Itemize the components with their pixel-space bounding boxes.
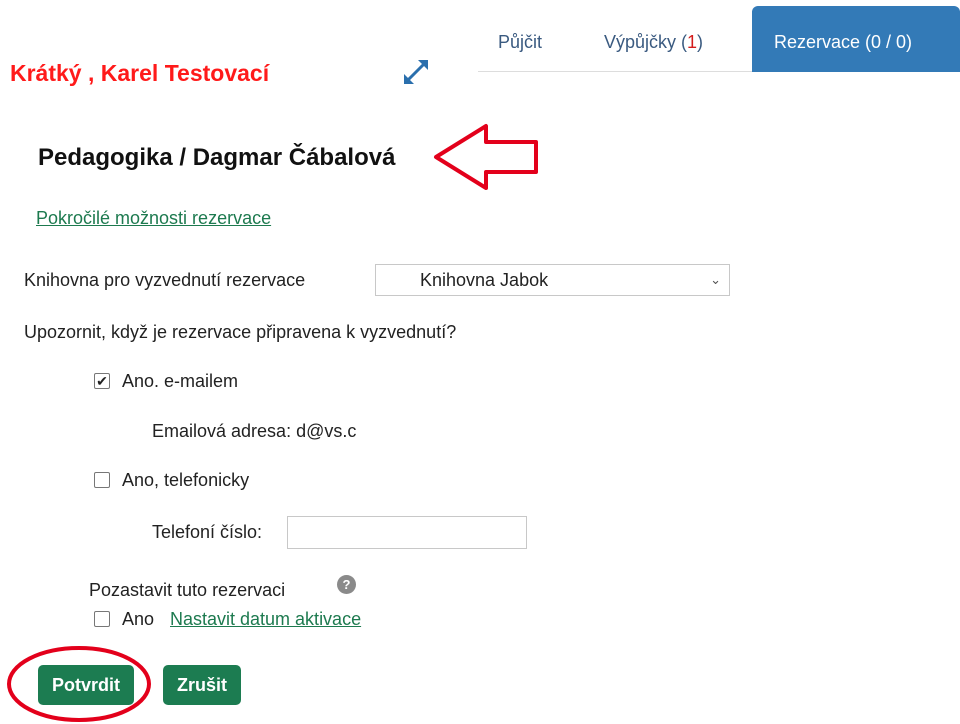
pickup-library-value: Knihovna Jabok [420,270,549,290]
tab-vypujcky-label: Výpůjčky ( [604,32,688,52]
phone-number-input[interactable] [287,516,527,549]
tab-vypujcky-count: 1 [687,32,698,52]
circulation-tabs: Půjčit Výpůjčky (1) Rezervace (0 / 0) [478,6,960,72]
expand-icon[interactable] [400,56,432,88]
annotation-ellipse [7,646,151,722]
phone-notify-checkbox[interactable] [94,472,110,488]
tab-vypujcky[interactable]: Výpůjčky (1) [604,6,703,72]
phone-number-label: Telefoní číslo: [152,522,263,542]
cancel-button[interactable]: Zrušit [163,665,241,705]
advanced-reservation-link[interactable]: Pokročilé možnosti rezervace [36,208,271,229]
email-address-text: Emailová adresa: d@vs.c [152,421,357,441]
notify-question: Upozornit, když je rezervace připravena … [24,322,457,342]
phone-notify-label: Ano, telefonicky [122,470,250,490]
tab-pujcit[interactable]: Půjčit [498,6,542,72]
suspend-reservation-label: Pozastavit tuto rezervaci [89,580,286,600]
suspend-checkbox[interactable] [94,611,110,627]
set-activation-date-link[interactable]: Nastavit datum aktivace [170,609,361,630]
chevron-down-icon: ⌄ [710,272,721,287]
help-icon[interactable]: ? [337,575,356,594]
patron-name: Krátký , Karel Testovací [10,60,270,86]
suspend-checkbox-label: Ano [122,609,155,629]
annotation-arrow [434,124,538,190]
tab-rezervace[interactable]: Rezervace (0 / 0) [752,6,960,72]
email-notify-label: Ano. e-mailem [122,371,239,391]
item-title: Pedagogika / Dagmar Čábalová [38,144,396,171]
email-notify-checkbox[interactable]: ✔ [94,373,110,389]
tab-vypujcky-close: ) [697,32,704,52]
pickup-library-label: Knihovna pro vyzvednutí rezervace [24,270,306,290]
pickup-library-select[interactable]: Knihovna Jabok ⌄ [375,264,730,296]
